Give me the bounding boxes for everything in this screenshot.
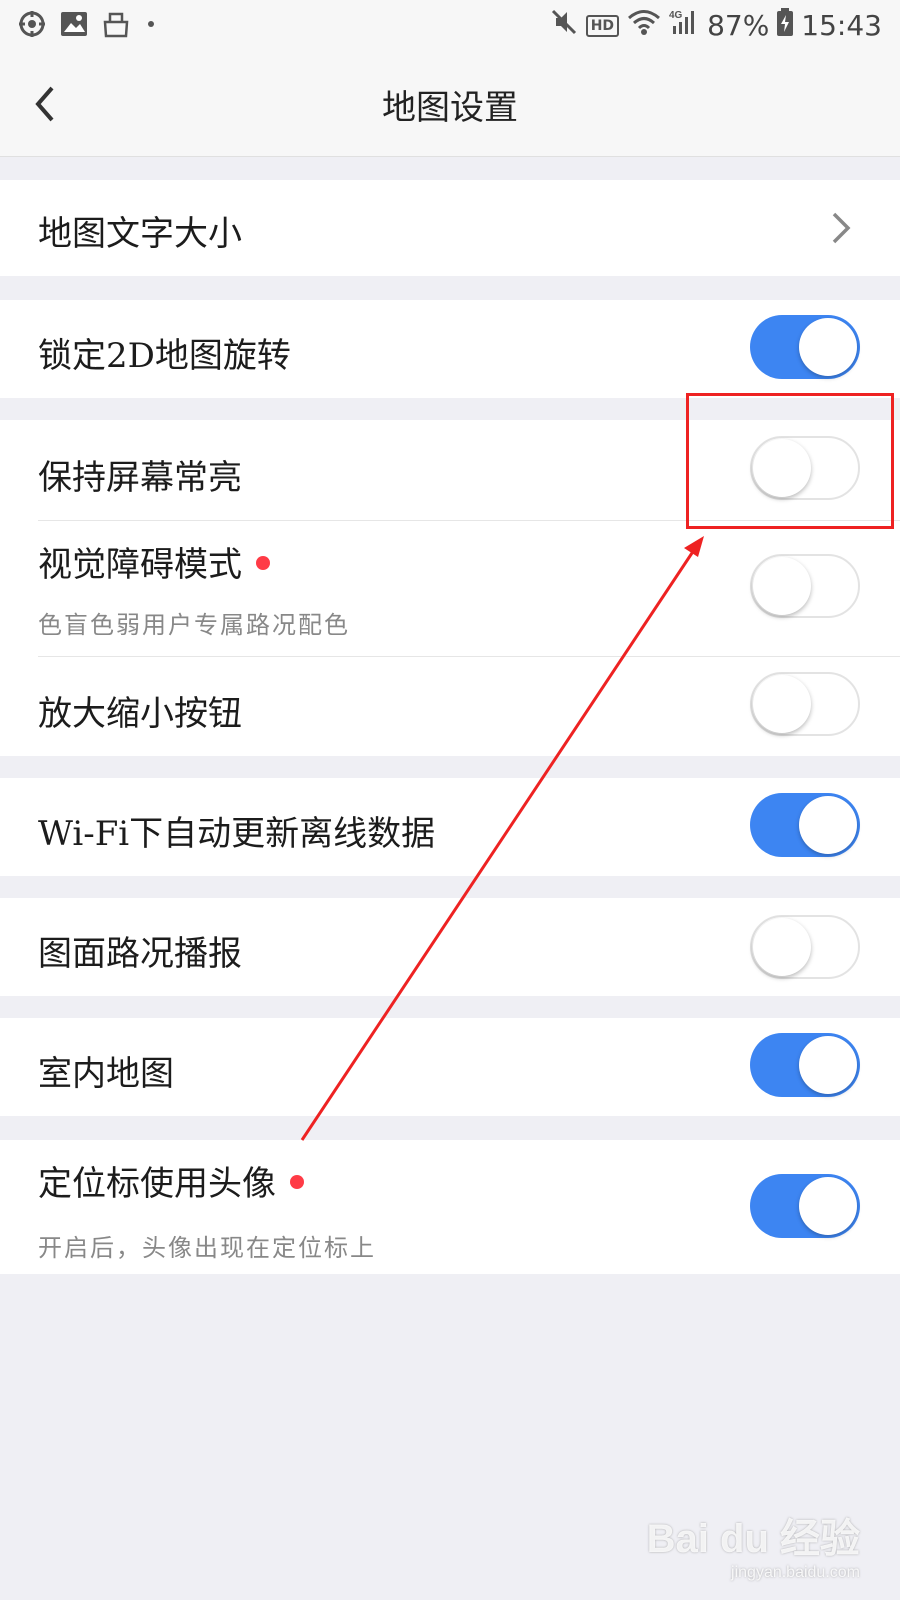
annotation-arrow: [300, 536, 704, 1141]
watermark: Bai du 经验 jingyan.baidu.com: [647, 1506, 860, 1582]
watermark-url: jingyan.baidu.com: [731, 1564, 860, 1581]
watermark-logo: Bai du 经验: [646, 1517, 860, 1561]
